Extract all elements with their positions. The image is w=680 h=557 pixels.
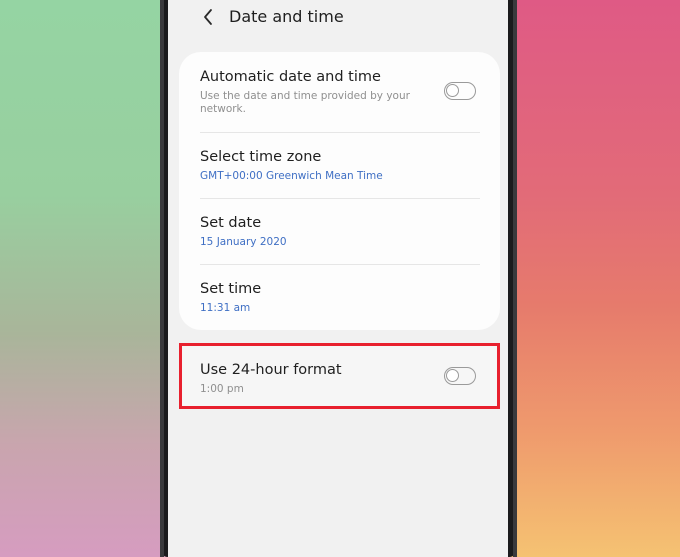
phone-edge-right: [513, 0, 517, 557]
time-zone-row[interactable]: Select time zone GMT+00:00 Greenwich Mea…: [179, 133, 500, 199]
automatic-date-time-toggle[interactable]: [444, 82, 476, 100]
automatic-date-time-title: Automatic date and time: [200, 69, 381, 85]
settings-card: Automatic date and time Use the date and…: [179, 52, 500, 330]
24-hour-format-subtitle: 1:00 pm: [200, 383, 244, 395]
set-time-value: 11:31 am: [200, 302, 251, 314]
phone-screen: Date and time Automatic date and time Us…: [168, 0, 508, 557]
page-title: Date and time: [229, 7, 344, 26]
24-hour-format-row[interactable]: Use 24-hour format 1:00 pm: [179, 343, 500, 409]
set-time-row[interactable]: Set time 11:31 am: [179, 265, 500, 330]
toggle-knob: [446, 369, 459, 382]
automatic-date-time-subtitle-line1: Use the date and time provided by your: [200, 90, 410, 102]
chevron-left-icon[interactable]: [200, 6, 218, 28]
screenshot-stage: Date and time Automatic date and time Us…: [0, 0, 680, 557]
24-hour-format-toggle[interactable]: [444, 367, 476, 385]
automatic-date-time-subtitle-line2: network.: [200, 103, 246, 115]
background-left: [0, 0, 170, 557]
set-date-title: Set date: [200, 215, 262, 231]
automatic-date-time-row[interactable]: Automatic date and time Use the date and…: [179, 52, 500, 132]
set-time-title: Set time: [200, 281, 262, 297]
time-zone-title: Select time zone: [200, 149, 322, 165]
time-zone-value: GMT+00:00 Greenwich Mean Time: [200, 170, 383, 182]
toggle-knob: [446, 84, 459, 97]
phone-edge-left: [160, 0, 164, 557]
set-date-row[interactable]: Set date 15 January 2020: [179, 199, 500, 265]
24-hour-format-title: Use 24-hour format: [200, 362, 342, 378]
set-date-value: 15 January 2020: [200, 236, 287, 248]
app-header: Date and time: [168, 0, 508, 40]
background-right: [508, 0, 680, 557]
